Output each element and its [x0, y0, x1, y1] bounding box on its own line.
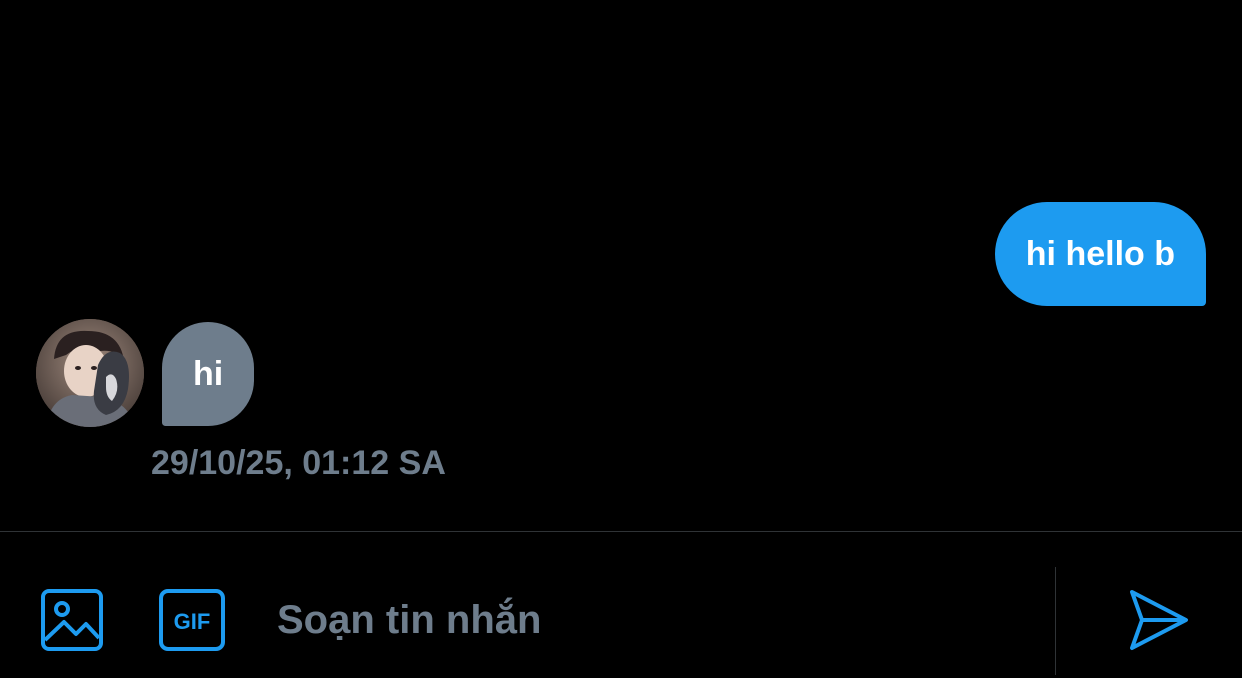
avatar-image: [36, 319, 144, 427]
outgoing-message-text: hi hello b: [1025, 235, 1175, 273]
message-timestamp: 29/10/25, 01:12 SA: [151, 444, 446, 482]
gif-label: GIF: [174, 609, 211, 634]
avatar[interactable]: [36, 319, 144, 427]
incoming-message-text: hi: [193, 355, 224, 393]
incoming-message-bubble[interactable]: hi: [162, 322, 255, 426]
outgoing-message-bubble[interactable]: hi hello b: [994, 202, 1206, 306]
gif-icon[interactable]: GIF: [158, 588, 226, 652]
message-composer: GIF Soạn tin nhắn: [0, 532, 1242, 678]
image-icon[interactable]: [40, 588, 104, 652]
send-icon[interactable]: [1126, 588, 1190, 652]
send-separator: [1055, 567, 1056, 675]
message-input[interactable]: Soạn tin nhắn: [277, 588, 1017, 652]
message-list: hi hello b hi 29/10/25, 01:12 SA: [0, 0, 1242, 532]
dm-conversation-screen: hi hello b hi 29/10/25, 01:12 SA GIF Soạ…: [0, 0, 1242, 678]
